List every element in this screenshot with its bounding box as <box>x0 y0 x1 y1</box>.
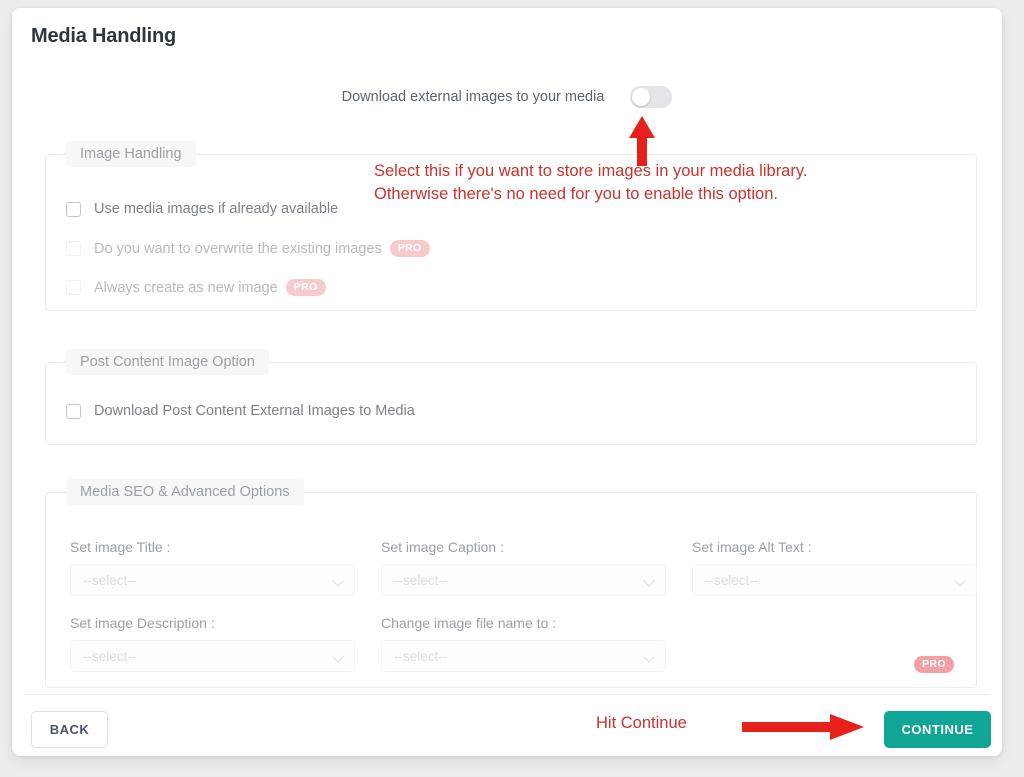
field-set-image-title: Set image Title : --select-- <box>70 539 355 596</box>
media-handling-card: Media Handling Download external images … <box>12 8 1002 756</box>
checkbox-label: Do you want to overwrite the existing im… <box>94 240 382 257</box>
checkbox-label: Always create as new image <box>94 279 278 296</box>
checkbox-row-download-post-content-images[interactable]: Download Post Content External Images to… <box>66 403 415 419</box>
pro-badge: PRO <box>285 279 326 296</box>
annotation-arrow-up-icon <box>629 116 655 166</box>
select-value: --select-- <box>83 572 137 588</box>
select-set-image-title[interactable]: --select-- <box>70 564 355 596</box>
select-value: --select-- <box>394 648 448 664</box>
app-page: Media Handling Download external images … <box>0 0 1024 777</box>
chevron-down-icon <box>645 653 654 662</box>
media-seo-advanced-options-group: Media SEO & Advanced Options Set image T… <box>45 479 977 688</box>
field-label: Set image Description : <box>70 615 215 631</box>
checkbox-row-use-media-images[interactable]: Use media images if already available <box>66 201 338 217</box>
continue-button[interactable]: CONTINUE <box>884 711 991 748</box>
footer-divider <box>24 694 990 695</box>
checkbox-row-always-create-new-image[interactable]: Always create as new image PRO <box>66 279 326 296</box>
field-label: Set image Title : <box>70 539 171 555</box>
chevron-down-icon <box>956 577 965 586</box>
download-external-images-toggle[interactable] <box>630 86 673 108</box>
checkbox-use-media-images[interactable] <box>66 201 81 217</box>
chevron-down-icon <box>334 577 343 586</box>
back-button[interactable]: BACK <box>31 711 108 748</box>
post-content-legend: Post Content Image Option <box>66 349 269 375</box>
field-label: Change image file name to : <box>381 615 557 631</box>
field-set-image-caption: Set image Caption : --select-- <box>381 539 666 596</box>
download-external-images-row: Download external images to your media <box>12 86 1002 108</box>
select-set-image-alt-text[interactable]: --select-- <box>692 564 977 596</box>
post-content-image-option-group: Post Content Image Option Download Post … <box>45 349 977 445</box>
chevron-down-icon <box>334 653 343 662</box>
toggle-knob <box>632 88 651 106</box>
select-change-image-file-name[interactable]: --select-- <box>381 640 666 672</box>
checkbox-label: Use media images if already available <box>94 201 339 217</box>
field-label: Set image Caption : <box>381 539 504 555</box>
checkbox-always-create-new-image[interactable] <box>66 280 81 295</box>
pro-badge: PRO <box>914 656 954 673</box>
select-set-image-caption[interactable]: --select-- <box>381 564 666 596</box>
field-change-image-file-name: Change image file name to : --select-- <box>381 615 666 672</box>
page-title: Media Handling <box>31 25 176 47</box>
select-value: --select-- <box>394 572 448 588</box>
media-seo-legend: Media SEO & Advanced Options <box>66 479 304 505</box>
select-value: --select-- <box>705 572 759 588</box>
checkbox-row-overwrite-existing-images[interactable]: Do you want to overwrite the existing im… <box>66 240 430 257</box>
field-set-image-description: Set image Description : --select-- <box>70 615 355 672</box>
checkbox-overwrite-existing-images[interactable] <box>66 241 81 256</box>
pro-badge: PRO <box>389 240 430 257</box>
annotation-media-note: Select this if you want to store images … <box>374 162 808 203</box>
annotation-hit-continue: Hit Continue <box>596 714 687 732</box>
checkbox-download-post-content-images[interactable] <box>66 403 81 419</box>
select-set-image-description[interactable]: --select-- <box>70 640 355 672</box>
checkbox-label: Download Post Content External Images to… <box>94 403 415 419</box>
chevron-down-icon <box>645 577 654 586</box>
annotation-arrow-right-icon <box>742 714 864 740</box>
select-value: --select-- <box>83 648 137 664</box>
field-label: Set image Alt Text : <box>692 539 812 555</box>
image-handling-legend: Image Handling <box>66 141 196 167</box>
field-set-image-alt-text: Set image Alt Text : --select-- <box>692 539 977 596</box>
download-external-images-label: Download external images to your media <box>341 89 605 105</box>
